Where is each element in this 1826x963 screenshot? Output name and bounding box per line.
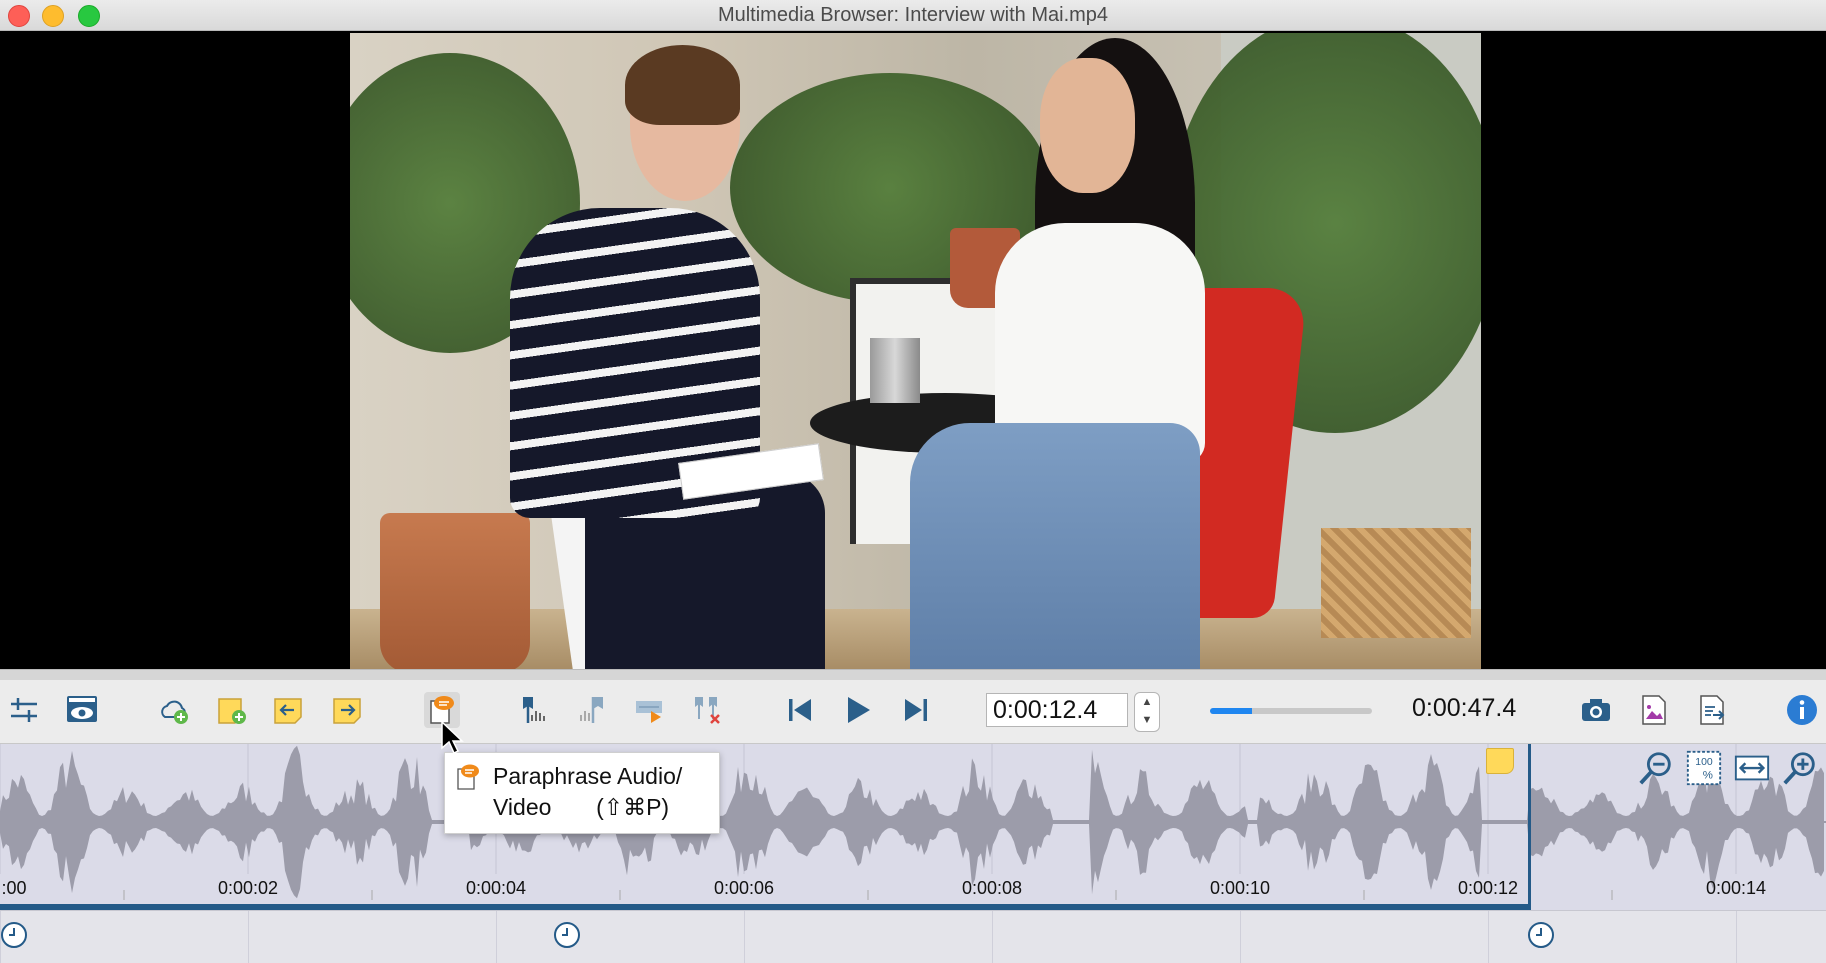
playhead[interactable] (1528, 744, 1531, 910)
settings-sliders-icon (11, 698, 37, 722)
skip-back-icon (789, 699, 811, 721)
media-toolbar: ▲▼ 0:00:47.4 (0, 680, 1826, 744)
zoom-100-label: 100 (1695, 757, 1713, 768)
info-icon (1787, 695, 1817, 725)
new-memo-icon (218, 698, 246, 724)
play-button[interactable] (840, 692, 876, 728)
next-memo-icon (333, 698, 361, 724)
timeline-tick-label: 0:00:04 (465, 878, 527, 898)
new-memo-button[interactable] (214, 692, 250, 728)
play-segment-icon (636, 701, 662, 723)
playback-progress-fill (1210, 708, 1253, 714)
info-button[interactable] (1784, 692, 1820, 728)
zoom-100-icon: 100% (1686, 750, 1722, 786)
segment-gridline (1736, 911, 1737, 963)
paraphrase-icon (457, 764, 479, 790)
add-cloud-icon (161, 700, 188, 724)
set-segment-start-icon (523, 697, 545, 723)
current-time-field[interactable] (986, 693, 1128, 727)
fit-width-button[interactable] (1732, 748, 1772, 788)
time-stepper[interactable]: ▲ ▼ (1134, 692, 1160, 732)
title-bar: Multimedia Browser: Interview with Mai.m… (0, 0, 1826, 31)
export-image-button[interactable] (1636, 692, 1672, 728)
timeline-tick-label: 0:00:14 (1705, 878, 1767, 898)
set-segment-end-button[interactable] (574, 692, 610, 728)
zoom-in-button[interactable] (1780, 748, 1820, 788)
zoom-100-button[interactable]: 100% (1684, 748, 1724, 788)
play-segment-button[interactable] (632, 692, 668, 728)
video-preview-button[interactable] (64, 692, 100, 728)
video-person1-hair (625, 45, 740, 125)
segment-gridline (496, 911, 497, 963)
fit-width-icon (1734, 755, 1770, 781)
window-title: Multimedia Browser: Interview with Mai.m… (717, 4, 1109, 26)
set-segment-start-button[interactable] (516, 692, 552, 728)
settings-button[interactable] (6, 692, 42, 728)
export-document-button[interactable] (1694, 692, 1730, 728)
timeline-tick-label: 0:00:10 (1209, 878, 1271, 898)
timeline-tick-label: 0:00:06 (713, 878, 775, 898)
segment-gridline (1240, 911, 1241, 963)
previous-memo-button[interactable] (271, 692, 307, 728)
segment-gridline (744, 911, 745, 963)
video-frame (350, 33, 1481, 669)
timeline-tick-label: 0:00:02 (217, 878, 279, 898)
next-memo-button[interactable] (330, 692, 366, 728)
video-pot (380, 513, 530, 669)
video-person2-legs (910, 423, 1200, 669)
chevron-up-icon[interactable]: ▲ (1135, 693, 1159, 711)
waveform-timeline[interactable]: :00 0:00:02 0:00:04 0:00:06 0:00:08 0:00:10 0:… (0, 744, 1826, 910)
tooltip: Paraphrase Audio/ Video (⇧⌘P) (444, 752, 720, 834)
segment-gridline (992, 911, 993, 963)
duration-label: 0:00:47.4 (1412, 694, 1517, 722)
segment-strip[interactable] (0, 910, 1826, 963)
zoom-in-icon (1783, 752, 1815, 785)
video-bucket (870, 338, 920, 403)
segment-gridline (1488, 911, 1489, 963)
mouse-cursor-icon (441, 720, 464, 754)
timeline-tick-label: 0:00:08 (961, 878, 1023, 898)
skip-back-button[interactable] (782, 692, 818, 728)
snapshot-camera-icon (1582, 699, 1610, 721)
previous-memo-icon (274, 698, 302, 724)
segment-gridline (248, 911, 249, 963)
skip-forward-button[interactable] (898, 692, 934, 728)
snapshot-button[interactable] (1578, 692, 1614, 728)
chevron-down-icon[interactable]: ▼ (1135, 711, 1159, 729)
zoom-out-icon (1639, 752, 1671, 785)
export-image-icon (1642, 695, 1666, 725)
export-document-icon (1700, 695, 1725, 725)
tooltip-text: Paraphrase Audio/ Video (⇧⌘P) (493, 763, 683, 820)
video-preview-eye-icon (67, 696, 97, 722)
segment-clock-icon[interactable] (1527, 921, 1555, 949)
svg-text:%: % (1703, 769, 1713, 781)
set-segment-end-icon (580, 697, 603, 723)
add-cloud-button[interactable] (156, 692, 192, 728)
delete-segment-icon (695, 697, 720, 724)
play-icon (848, 697, 870, 723)
playback-progress[interactable] (1210, 708, 1372, 714)
segment-clock-icon[interactable] (0, 921, 28, 949)
timeline-tick-label: 0:00:12 (1457, 878, 1519, 898)
video-person2-head (1040, 58, 1135, 193)
memo-marker[interactable] (1486, 748, 1514, 774)
video-basket (1321, 528, 1471, 638)
zoom-out-button[interactable] (1636, 748, 1676, 788)
segment-gridline (0, 911, 1, 963)
video-player[interactable] (0, 31, 1826, 669)
delete-segment-button[interactable] (690, 692, 726, 728)
skip-forward-icon (905, 699, 927, 721)
segment-clock-icon[interactable] (553, 921, 581, 949)
timeline-tick-label: :00 (1, 878, 27, 898)
